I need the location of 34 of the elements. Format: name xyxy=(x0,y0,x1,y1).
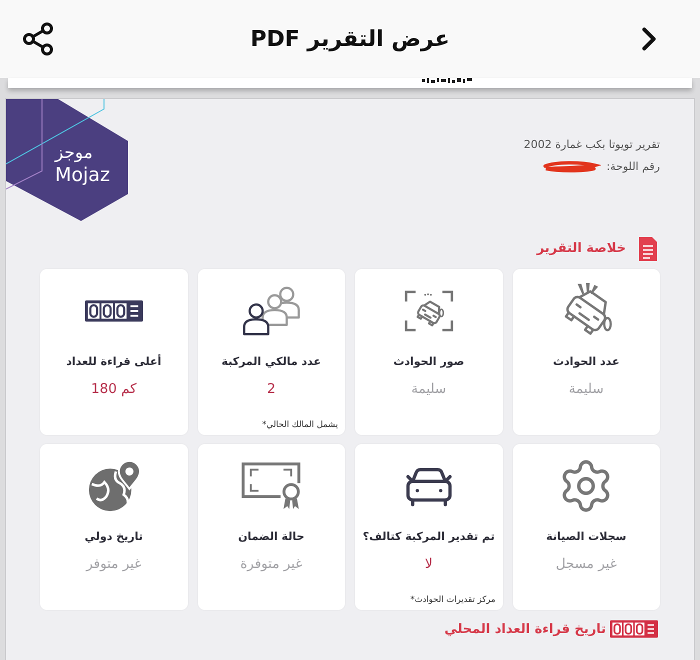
card-title: سجلات الصيانة xyxy=(546,530,626,543)
card-title: تاريخ دولي xyxy=(84,530,143,543)
card-value: غير متوفرة xyxy=(240,556,302,572)
share-button[interactable] xyxy=(20,21,56,57)
card-value: 180 كم xyxy=(91,381,136,397)
card-value: غير مسجل xyxy=(556,556,617,572)
card-title: حالة الضمان xyxy=(238,530,304,543)
card-value: 2 xyxy=(266,381,276,397)
logo-latin-text: Mojaz xyxy=(55,164,110,188)
plate-label: رقم اللوحة: xyxy=(606,160,660,173)
share-icon xyxy=(20,21,56,57)
card-value: سليمة xyxy=(411,381,446,397)
section-title: خلاصة التقرير xyxy=(536,241,626,256)
card-title: أعلى قراءة للعداد xyxy=(66,355,162,368)
card-title: صور الحوادث xyxy=(393,355,464,368)
card-note: *يشمل المالك الحالي xyxy=(262,420,338,430)
globe-pin-icon xyxy=(86,459,141,513)
card-title: عدد مالكي المركبة xyxy=(222,355,321,368)
odometer-icon xyxy=(84,300,143,322)
odometer-icon xyxy=(610,620,658,638)
people-group-icon xyxy=(240,286,302,336)
document-icon xyxy=(638,236,658,262)
vehicle-title: تقرير تويوتا بكب غمارة 2002 xyxy=(524,138,660,151)
card-value: سليمة xyxy=(568,381,604,397)
card-title: عدد الحوادث xyxy=(552,355,620,368)
card-value: غير متوفر xyxy=(86,556,142,572)
card-title: تم تقدير المركبة كتالف؟ xyxy=(362,530,495,543)
logo-arabic-text: موجز xyxy=(55,143,93,164)
screen-title: عرض التقرير PDF xyxy=(250,26,450,52)
card-value: لا xyxy=(424,556,433,572)
car-photo-icon xyxy=(404,290,454,332)
card-note: *مركز تقديرات الحوادث xyxy=(410,595,496,605)
certificate-icon xyxy=(241,462,302,510)
section-title: تاريخ قراءة العداد المحلي xyxy=(444,622,606,636)
